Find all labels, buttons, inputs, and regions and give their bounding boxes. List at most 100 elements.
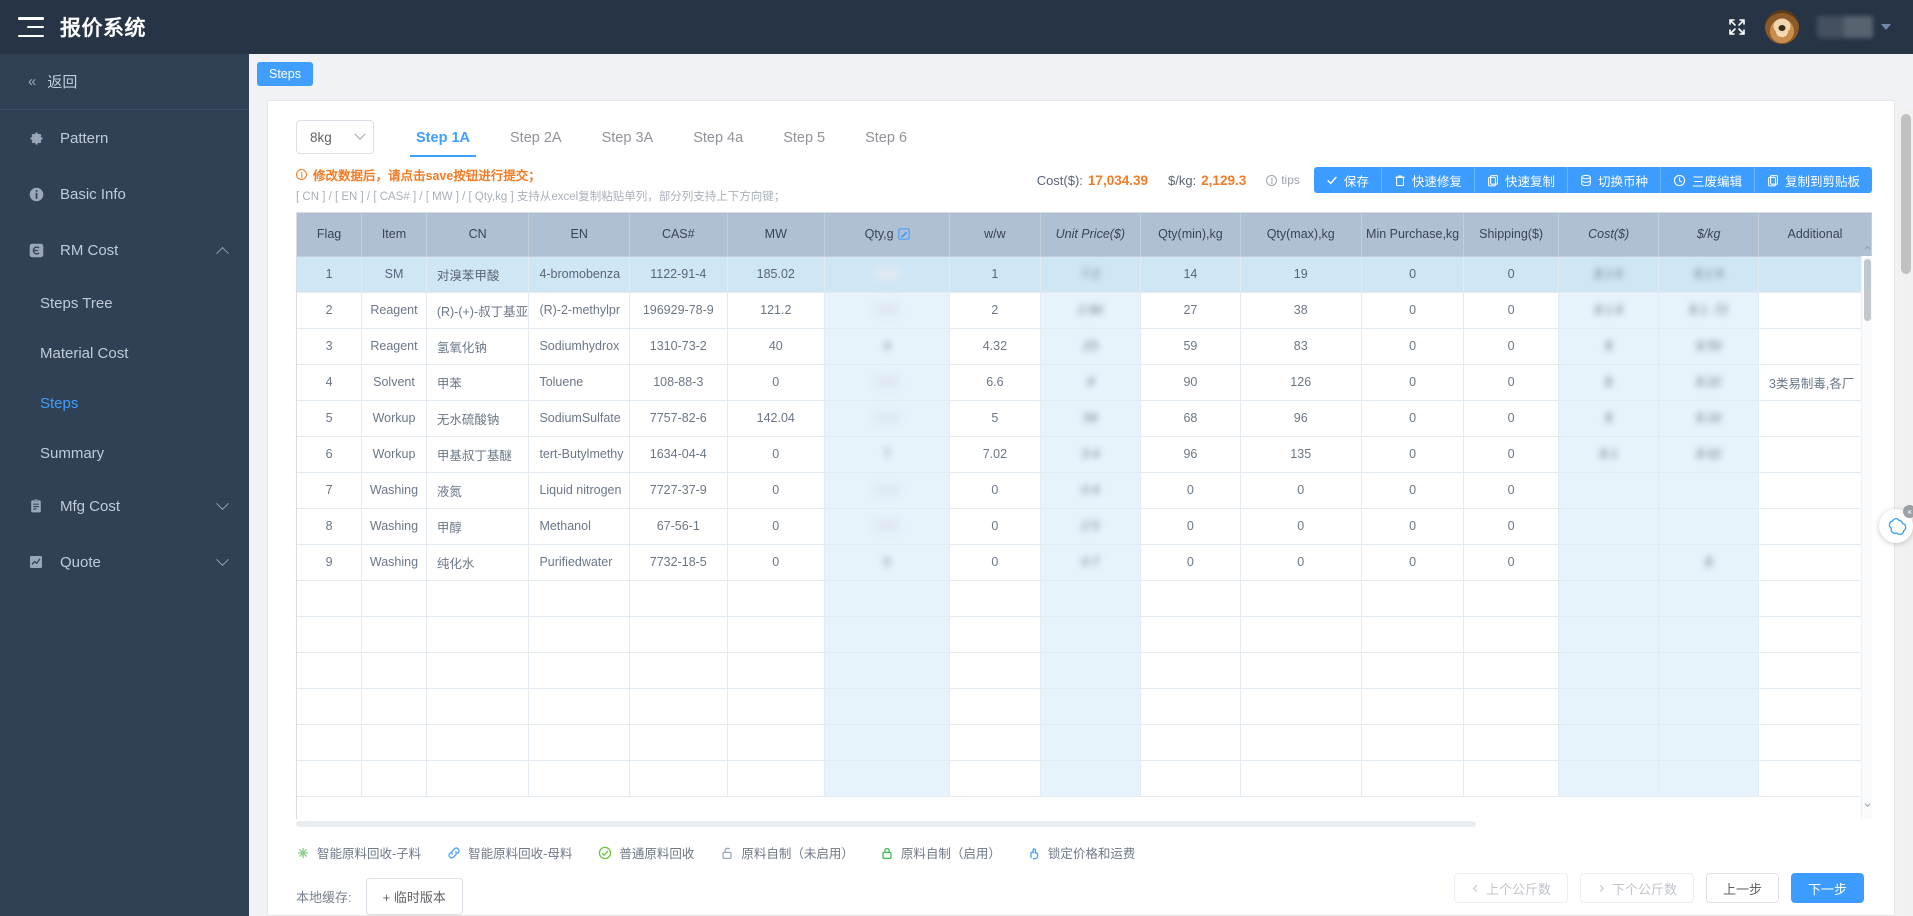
table-header-cell[interactable]: w/w bbox=[949, 213, 1041, 257]
table-row[interactable]: 9 Washing 纯化水 Purifiedwater 7732-18-5 0 0 0 0 70… bbox=[297, 544, 1872, 581]
sidebar-item-steps-tree[interactable]: Steps Tree bbox=[0, 278, 249, 328]
table-empty-cell[interactable] bbox=[1658, 616, 1759, 653]
table-cell-cn[interactable]: 甲醇 bbox=[426, 508, 530, 545]
table-empty-cell[interactable] bbox=[1558, 652, 1660, 689]
scrollbar-thumb[interactable] bbox=[1864, 259, 1871, 321]
table-cell-ww[interactable]: 5 bbox=[949, 400, 1041, 437]
table-cell-cn[interactable]: 甲苯 bbox=[426, 364, 530, 401]
table-empty-cell[interactable] bbox=[1463, 688, 1559, 725]
table-cell-item[interactable]: Workup bbox=[361, 436, 427, 473]
table-empty-cell[interactable] bbox=[1558, 760, 1660, 797]
table-cell-unit_price[interactable]: 23 bbox=[1040, 328, 1142, 365]
table-cell-unit_price[interactable]: 4 bbox=[1040, 364, 1142, 401]
table-empty-cell[interactable] bbox=[1140, 580, 1241, 617]
table-empty-cell[interactable] bbox=[1558, 688, 1660, 725]
table-empty-cell[interactable] bbox=[1140, 616, 1241, 653]
table-empty-row[interactable] bbox=[297, 616, 1872, 653]
switch-currency-button[interactable]: 切换币种 bbox=[1567, 167, 1661, 193]
table-cell-min_purchase[interactable]: 0 bbox=[1361, 292, 1465, 329]
add-temp-version-button[interactable]: + 临时版本 bbox=[365, 878, 463, 915]
table-cell-qty_g[interactable] bbox=[824, 256, 951, 293]
table-header-cell[interactable]: Cost($) bbox=[1558, 213, 1660, 257]
table-empty-cell[interactable] bbox=[1658, 688, 1759, 725]
table-empty-cell[interactable] bbox=[629, 688, 728, 725]
table-cell-mw[interactable]: 0 bbox=[727, 544, 826, 581]
table-cell-cas[interactable]: 7757-82-6 bbox=[629, 400, 728, 437]
table-cell-additional[interactable] bbox=[1758, 400, 1872, 437]
table-cell-additional[interactable] bbox=[1758, 292, 1872, 329]
table-empty-cell[interactable] bbox=[1558, 616, 1660, 653]
table-cell-flag[interactable]: 8 bbox=[297, 508, 363, 545]
table-header-cell[interactable]: Min Purchase,kg bbox=[1361, 213, 1465, 257]
table-cell-flag[interactable]: 4 bbox=[297, 364, 363, 401]
table-cell-per_kg[interactable]: $ 1 9 bbox=[1658, 256, 1759, 293]
tab-step-6[interactable]: Step 6 bbox=[845, 130, 927, 157]
table-cell-cost[interactable]: $ bbox=[1558, 400, 1660, 437]
table-cell-per_kg[interactable]: $ 02 bbox=[1658, 436, 1759, 473]
table-empty-cell[interactable] bbox=[629, 616, 728, 653]
table-cell-en[interactable]: Methanol bbox=[528, 508, 631, 545]
table-cell-cn[interactable]: 对溴苯甲酸 bbox=[426, 256, 530, 293]
table-cell-shipping[interactable]: 0 bbox=[1463, 256, 1559, 293]
nav-button-0[interactable]: 上个公斤数 bbox=[1453, 873, 1568, 903]
table-cell-flag[interactable]: 2 bbox=[297, 292, 363, 329]
tab-step-4a[interactable]: Step 4a bbox=[673, 130, 763, 157]
table-empty-cell[interactable] bbox=[528, 688, 631, 725]
table-cell-mw[interactable]: 185.02 bbox=[727, 256, 826, 293]
table-cell-additional[interactable] bbox=[1758, 472, 1872, 509]
table-cell-cost[interactable] bbox=[1558, 508, 1660, 545]
quick-fix-button[interactable]: 快速修复 bbox=[1381, 167, 1475, 193]
table-row[interactable]: 6 Workup 甲基叔丁基醚 tert-Butylmethy 1634-04-4 0 7 7… bbox=[297, 436, 1872, 473]
table-empty-cell[interactable] bbox=[1240, 580, 1362, 617]
table-empty-cell[interactable] bbox=[1463, 580, 1559, 617]
table-empty-cell[interactable] bbox=[1658, 580, 1759, 617]
sidebar-item-pattern[interactable]: Pattern bbox=[0, 110, 249, 166]
table-cell-cas[interactable]: 1634-04-4 bbox=[629, 436, 728, 473]
table-cell-qty_max[interactable]: 0 bbox=[1240, 472, 1362, 509]
table-header-cell[interactable]: MW bbox=[727, 213, 826, 257]
table-cell-shipping[interactable]: 0 bbox=[1463, 400, 1559, 437]
quick-copy-button[interactable]: 快速复制 bbox=[1474, 167, 1568, 193]
table-empty-cell[interactable] bbox=[949, 760, 1041, 797]
table-header-cell[interactable]: CAS# bbox=[629, 213, 728, 257]
table-empty-cell[interactable] bbox=[949, 580, 1041, 617]
table-empty-cell[interactable] bbox=[629, 652, 728, 689]
tab-steps[interactable]: Steps bbox=[257, 62, 313, 86]
scrollbar-thumb[interactable] bbox=[1901, 114, 1911, 274]
table-cell-item[interactable]: Washing bbox=[361, 508, 427, 545]
table-empty-cell[interactable] bbox=[1758, 652, 1872, 689]
table-cell-qty_g[interactable]: 4 bbox=[824, 328, 951, 365]
sidebar-item-material-cost[interactable]: Material Cost bbox=[0, 328, 249, 378]
table-cell-ww[interactable]: 0 bbox=[949, 472, 1041, 509]
table-cell-qty_min[interactable]: 14 bbox=[1140, 256, 1241, 293]
table-empty-cell[interactable] bbox=[528, 616, 631, 653]
table-cell-qty_min[interactable]: 59 bbox=[1140, 328, 1241, 365]
close-icon[interactable]: × bbox=[1903, 505, 1913, 518]
table-header-cell[interactable]: Item bbox=[361, 213, 427, 257]
tab-step-3a[interactable]: Step 3A bbox=[582, 130, 674, 157]
table-cell-cn[interactable]: 液氮 bbox=[426, 472, 530, 509]
table-cell-shipping[interactable]: 0 bbox=[1463, 328, 1559, 365]
sidebar-item-rm-cost[interactable]: RM Cost bbox=[0, 222, 249, 278]
table-empty-cell[interactable] bbox=[629, 724, 728, 761]
footer-tool-1[interactable]: 智能原料回收-母料 bbox=[447, 843, 572, 862]
table-cell-unit_price[interactable]: 0 4 bbox=[1040, 472, 1142, 509]
table-empty-cell[interactable] bbox=[727, 616, 826, 653]
table-cell-item[interactable]: Workup bbox=[361, 400, 427, 437]
table-empty-cell[interactable] bbox=[1240, 724, 1362, 761]
table-cell-shipping[interactable]: 0 bbox=[1463, 292, 1559, 329]
table-empty-cell[interactable] bbox=[361, 580, 427, 617]
table-cell-cas[interactable]: 108-88-3 bbox=[629, 364, 728, 401]
table-cell-cas[interactable]: 1310-73-2 bbox=[629, 328, 728, 365]
table-cell-mw[interactable]: 40 bbox=[727, 328, 826, 365]
table-cell-ww[interactable]: 2 bbox=[949, 292, 1041, 329]
table-vertical-scrollbar[interactable] bbox=[1861, 246, 1872, 819]
username-label[interactable] bbox=[1817, 16, 1873, 38]
table-empty-cell[interactable] bbox=[1758, 760, 1872, 797]
avatar[interactable] bbox=[1765, 10, 1799, 44]
table-cell-min_purchase[interactable]: 0 bbox=[1361, 508, 1465, 545]
table-cell-qty_g[interactable] bbox=[824, 364, 951, 401]
table-cell-per_kg[interactable]: $ 59 bbox=[1658, 328, 1759, 365]
table-empty-cell[interactable] bbox=[297, 616, 363, 653]
table-empty-cell[interactable] bbox=[297, 580, 363, 617]
